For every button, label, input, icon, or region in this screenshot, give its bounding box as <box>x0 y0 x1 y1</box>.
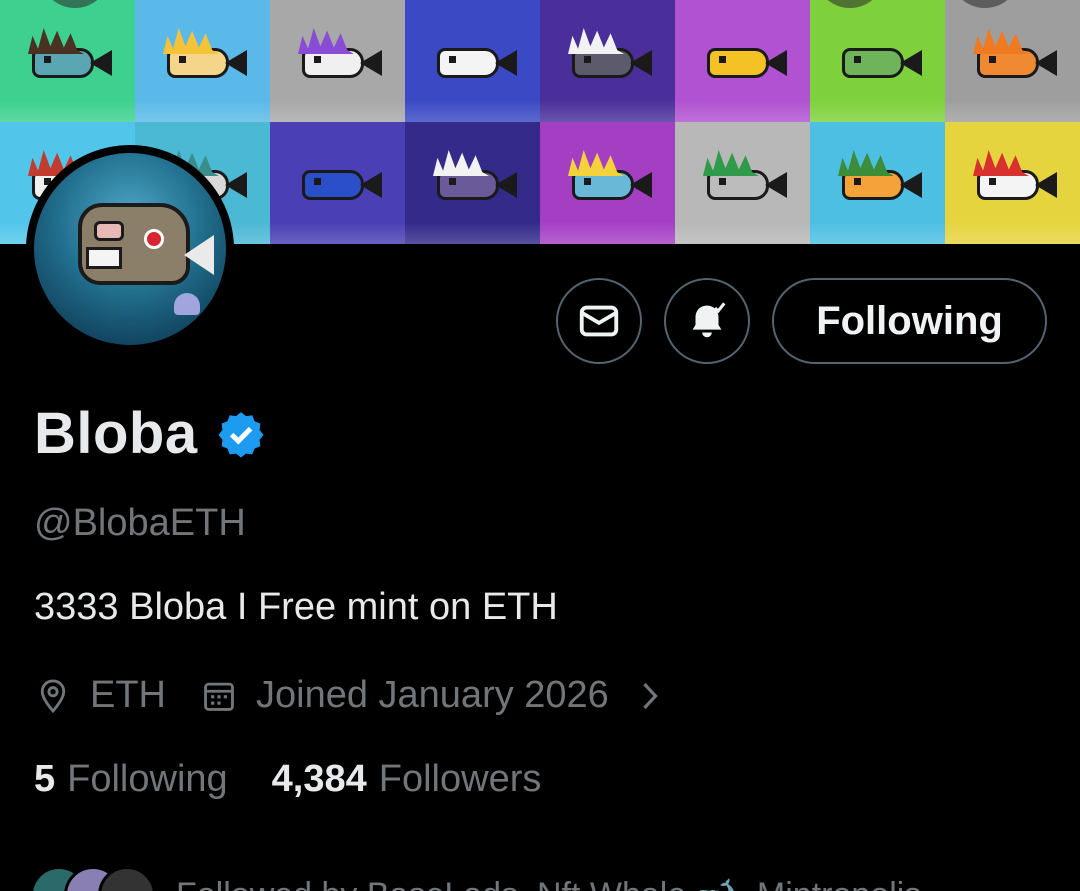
message-button[interactable] <box>556 278 642 364</box>
pixel-fish <box>697 40 789 84</box>
profile-meta: ETH Joined January 2026 <box>34 674 669 717</box>
pixel-fish <box>157 28 249 84</box>
location-text: ETH <box>90 674 166 716</box>
fish-tail <box>184 235 214 275</box>
pixel-fish <box>832 40 924 84</box>
banner-tile <box>945 0 1080 122</box>
notifications-button[interactable] <box>664 278 750 364</box>
banner-tile <box>405 122 540 244</box>
pixel-fish <box>22 28 114 84</box>
following-label: Following <box>67 758 228 800</box>
banner-tile <box>675 122 810 244</box>
banner-tile <box>270 122 405 244</box>
avatar-image <box>34 153 226 345</box>
verified-badge-icon[interactable] <box>216 409 266 459</box>
profile-avatar[interactable] <box>26 145 234 353</box>
following-count: 5 <box>34 758 56 800</box>
banner-tile <box>270 0 405 122</box>
pixel-fish <box>427 150 519 206</box>
followers-label: Followers <box>378 758 542 800</box>
boar-tusk <box>86 247 122 269</box>
chevron-right-icon[interactable] <box>631 677 669 715</box>
pixel-fish <box>562 28 654 84</box>
boar-fish-artwork <box>78 203 190 285</box>
display-name-row: Bloba <box>34 400 266 467</box>
jellyfish <box>174 293 200 315</box>
banner-tile <box>675 0 810 122</box>
banner-tile <box>810 122 945 244</box>
pixel-fish <box>967 150 1059 206</box>
banner-tile <box>135 0 270 122</box>
joined-date: Joined January 2026 <box>256 674 609 716</box>
display-name: Bloba <box>34 401 198 466</box>
boar-eye <box>144 229 164 249</box>
pixel-fish <box>427 40 519 84</box>
pixel-fish <box>832 150 924 206</box>
pixel-fish <box>967 28 1059 84</box>
banner-tile <box>405 0 540 122</box>
banner-tile <box>540 122 675 244</box>
pixel-fish <box>562 150 654 206</box>
followers-stat[interactable]: 4,384 Followers <box>272 758 542 801</box>
banner-tile <box>945 122 1080 244</box>
user-handle: @BlobaETH <box>34 502 246 544</box>
followed-by-row[interactable]: Followed by BaseLads, Nft Whale 🐋, Mintr… <box>30 866 921 891</box>
following-button[interactable]: Following <box>772 278 1047 364</box>
follow-stats: 5 Following 4,384 Followers <box>34 758 541 801</box>
pixel-fish <box>697 150 789 206</box>
bell-check-icon <box>692 302 726 338</box>
followers-count: 4,384 <box>271 758 367 800</box>
banner-tile <box>810 0 945 122</box>
banner-tile <box>540 0 675 122</box>
calendar-icon <box>204 682 234 711</box>
envelope-icon <box>579 305 619 337</box>
map-pin-icon <box>40 679 66 713</box>
pixel-fish <box>292 28 384 84</box>
profile-bio: 3333 Bloba I Free mint on ETH <box>34 586 558 628</box>
followed-by-text: Followed by BaseLads, Nft Whale 🐋, Mintr… <box>176 875 921 891</box>
banner-tile <box>0 0 135 122</box>
following-stat[interactable]: 5 Following <box>34 758 228 801</box>
boar-snout <box>94 221 124 241</box>
pixel-fish <box>292 162 384 206</box>
